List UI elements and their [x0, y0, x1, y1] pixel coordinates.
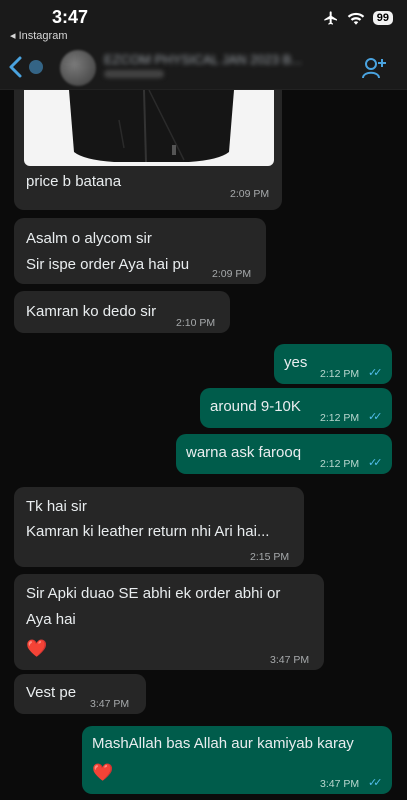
airplane-icon [324, 11, 337, 25]
message-bubble-incoming[interactable]: Sir Apki duao SE abhi ek order abhi or A… [14, 574, 324, 670]
chat-area[interactable]: price b batana 2:09 PM Asalm o alycom si… [0, 90, 407, 800]
message-text: around 9-10K [210, 398, 301, 415]
message-bubble-incoming[interactable]: Vest pe 3:47 PM [14, 674, 146, 714]
message-bubble-incoming[interactable]: Kamran ko dedo sir 2:10 PM [14, 291, 230, 333]
message-time: 2:10 PM [176, 317, 216, 329]
message-text-line: Asalm o alycom sir [26, 230, 152, 247]
message-bubble-outgoing[interactable]: around 9-10K 2:12 PM ✓✓ [200, 388, 392, 428]
heart-emoji: ❤️ [26, 639, 48, 658]
message-time: 2:12 PM [320, 368, 360, 380]
message-bubble-outgoing[interactable]: MashAllah bas Allah aur kamiyab karay ❤️… [82, 726, 392, 794]
message-bubble-incoming[interactable]: price b batana 2:09 PM [14, 90, 282, 210]
double-check-icon: ✓✓ [368, 411, 383, 423]
message-text: Vest pe [26, 684, 77, 701]
message-text: Kamran ko dedo sir [26, 303, 157, 320]
group-name[interactable]: EZCOM PHYSICAL JAN 2023 B... [104, 52, 334, 67]
message-time: 2:12 PM [320, 458, 360, 470]
message-text-line: Kamran ki leather return nhi Ari hai... [26, 523, 270, 540]
double-check-icon: ✓✓ [368, 777, 383, 789]
double-check-icon: ✓✓ [368, 367, 383, 379]
heart-emoji: ❤️ [92, 763, 114, 782]
chat-header: EZCOM PHYSICAL JAN 2023 B... [0, 46, 407, 90]
battery-indicator: 99 [372, 11, 393, 25]
message-time: 2:12 PM [320, 412, 360, 424]
group-subtitle [104, 70, 164, 78]
message-text-line: Sir ispe order Aya hai pu [26, 256, 190, 273]
message-bubble-incoming[interactable]: Tk hai sir Kamran ki leather return nhi … [14, 487, 304, 567]
message-text-line: Aya hai [26, 611, 76, 628]
jacket-image[interactable] [24, 90, 274, 166]
message-time: 3:47 PM [90, 698, 130, 710]
status-bar: 3:47 ◂ Instagram 99 [0, 0, 407, 46]
message-text-line: Sir Apki duao SE abhi ek order abhi or [26, 585, 281, 602]
back-to-app-link[interactable]: ◂ Instagram [10, 29, 68, 42]
status-icons: 99 [323, 10, 393, 26]
message-bubble-outgoing[interactable]: warna ask farooq 2:12 PM ✓✓ [176, 434, 392, 474]
message-bubble-outgoing[interactable]: yes 2:12 PM ✓✓ [274, 344, 392, 384]
double-check-icon: ✓✓ [368, 457, 383, 469]
message-time: 3:47 PM [270, 654, 310, 666]
wifi-icon [347, 12, 364, 25]
group-avatar[interactable] [60, 50, 96, 86]
status-time: 3:47 [52, 7, 89, 27]
message-bubble-incoming[interactable]: Asalm o alycom sir Sir ispe order Aya ha… [14, 218, 266, 284]
message-time: 2:09 PM [212, 268, 252, 280]
message-text: yes [284, 354, 308, 371]
message-time: 3:47 PM [320, 778, 360, 790]
message-text: MashAllah bas Allah aur kamiyab karay [92, 735, 354, 752]
message-text: price b batana [26, 173, 122, 190]
chevron-left-icon[interactable] [6, 54, 48, 80]
message-time: 2:09 PM [230, 188, 270, 200]
message-text-line: Tk hai sir [26, 498, 87, 515]
message-text: warna ask farooq [186, 444, 302, 461]
add-person-icon[interactable] [361, 55, 387, 81]
message-time: 2:15 PM [250, 551, 290, 563]
jacket-photo [69, 90, 234, 163]
